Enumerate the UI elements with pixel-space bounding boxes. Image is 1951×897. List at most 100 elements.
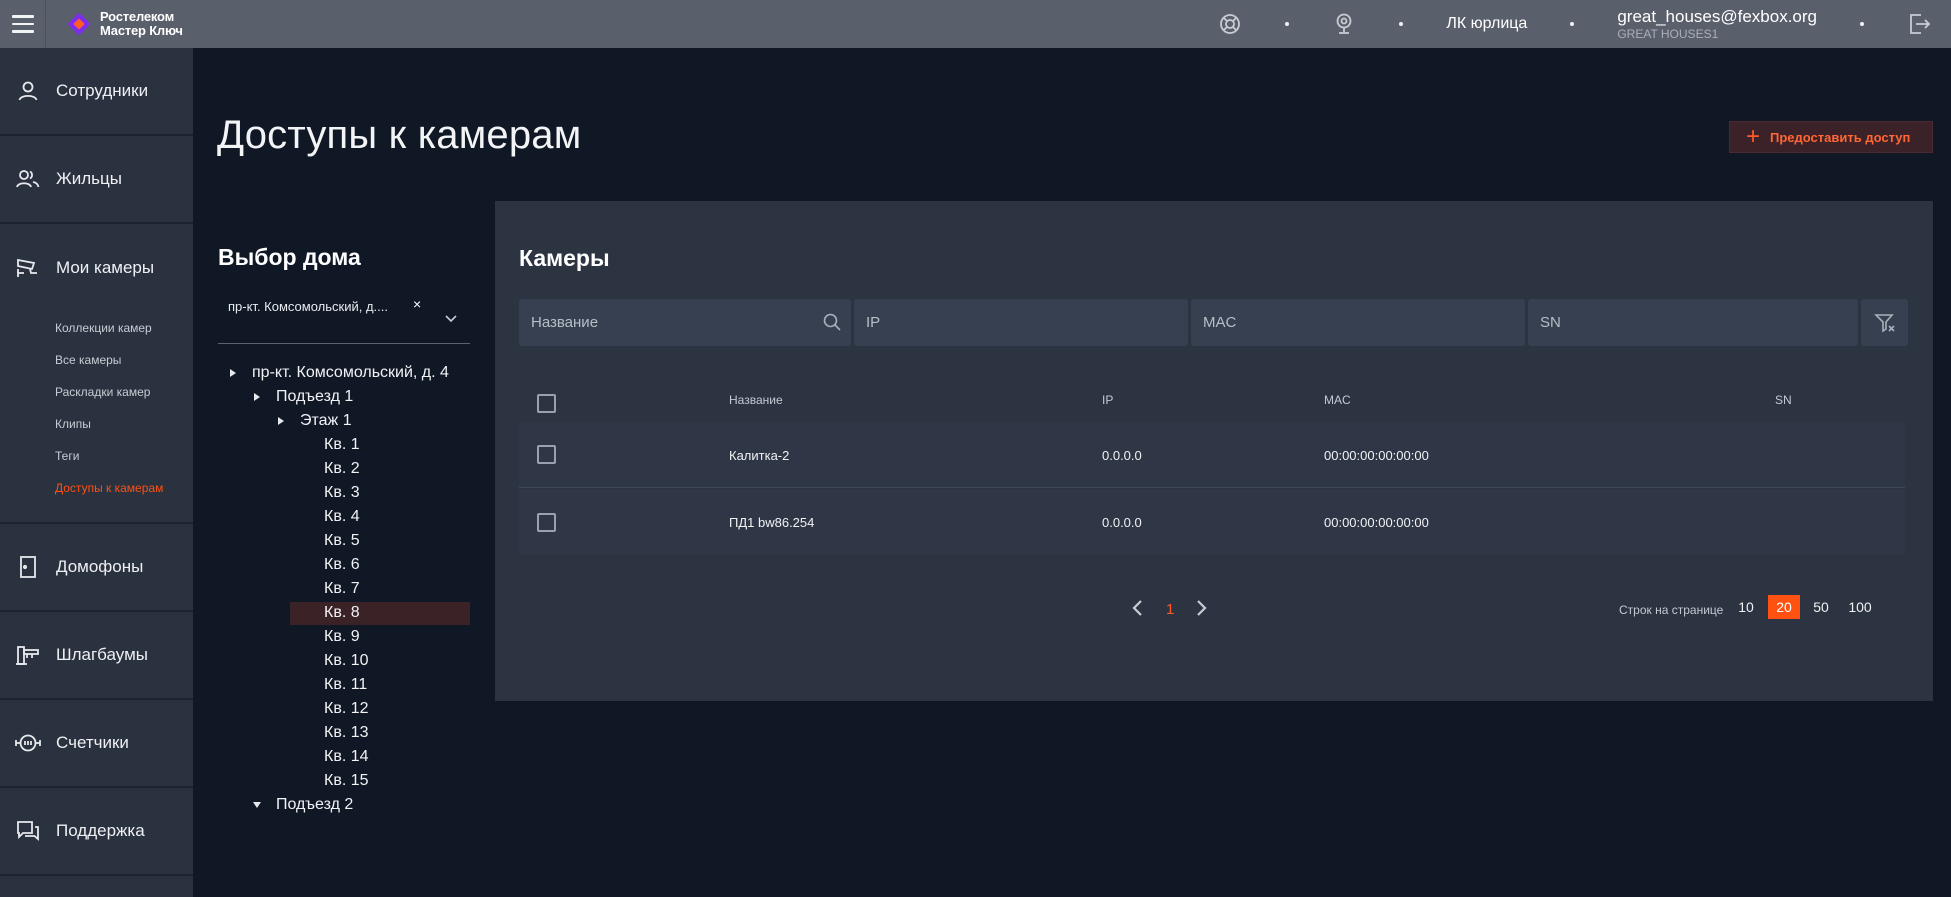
tree-node-label: Подъезд 1 — [276, 388, 354, 405]
row-checkbox[interactable] — [537, 445, 556, 464]
separator-dot — [1399, 22, 1404, 26]
sidebar-item-support[interactable]: Поддержка — [0, 788, 193, 876]
rows-option-50[interactable]: 50 — [1806, 595, 1836, 619]
tree-node-apartment[interactable]: Кв. 9 — [218, 625, 470, 649]
submenu-camera-layouts[interactable]: Раскладки камер — [55, 376, 193, 408]
separator-dot — [1285, 22, 1290, 26]
logout-icon[interactable] — [1907, 12, 1931, 36]
select-all-checkbox[interactable] — [537, 394, 556, 413]
rows-option-20[interactable]: 20 — [1768, 595, 1800, 619]
house-tree: пр-кт. Комсомольский, д. 4 Подъезд 1 Эта… — [218, 361, 470, 817]
sidebar-item-residents[interactable]: Жильцы — [0, 136, 193, 224]
table-row[interactable]: ПД1 bw86.254 0.0.0.0 00:00:00:00:00:00 — [519, 489, 1905, 555]
tree-node-apartment[interactable]: Кв. 7 — [218, 577, 470, 601]
caret-right-icon[interactable] — [252, 392, 262, 402]
name-filter-input[interactable] — [519, 299, 851, 346]
house-select[interactable]: пр-кт. Комсомольский, д.... × — [218, 292, 470, 344]
grant-access-label: Предоставить доступ — [1770, 129, 1911, 145]
user-info[interactable]: great_houses@fexbox.org GREAT HOUSES1 — [1617, 7, 1817, 41]
rows-option-10[interactable]: 10 — [1731, 595, 1761, 619]
menu-icon[interactable] — [0, 0, 46, 48]
webcam-icon[interactable] — [1332, 12, 1356, 36]
table-row[interactable]: Калитка-2 0.0.0.0 00:00:00:00:00:00 — [519, 422, 1905, 488]
top-bar: Ростелеком Мастер Ключ ЛК юрлица great_h… — [0, 0, 1951, 48]
page-title: Доступы к камерам — [217, 113, 582, 157]
chevron-down-icon[interactable] — [444, 310, 458, 328]
tree-node-apartment[interactable]: Кв. 15 — [218, 769, 470, 793]
tree-node-apartment[interactable]: Кв. 3 — [218, 481, 470, 505]
sidebar-item-employees[interactable]: Сотрудники — [0, 48, 193, 136]
submenu-camera-collections[interactable]: Коллекции камер — [55, 312, 193, 344]
mac-filter-input[interactable] — [1191, 299, 1525, 346]
plus-icon: + — [1746, 123, 1761, 150]
logo-text: Ростелеком Мастер Ключ — [100, 10, 183, 38]
submenu-camera-access[interactable]: Доступы к камерам — [55, 472, 193, 504]
tree-node-apartment[interactable]: Кв. 1 — [218, 433, 470, 457]
tree-node-apartment[interactable]: Кв. 14 — [218, 745, 470, 769]
column-header-name[interactable]: Название — [729, 393, 783, 407]
sidebar-item-label: Сотрудники — [56, 81, 149, 100]
chevron-right-icon[interactable] — [1193, 598, 1209, 623]
tree-node-label: Этаж 1 — [300, 412, 352, 429]
tree-node-apartment[interactable]: Кв. 5 — [218, 529, 470, 553]
sidebar: Сотрудники Жильцы Мои камеры Коллекции к… — [0, 48, 193, 897]
caret-down-icon[interactable] — [252, 800, 262, 810]
submenu-clips[interactable]: Клипы — [55, 408, 193, 440]
cell-ip: 0.0.0.0 — [1102, 515, 1142, 530]
caret-right-icon[interactable] — [228, 368, 238, 378]
sn-filter-input[interactable] — [1528, 299, 1858, 346]
sidebar-item-label: Жильцы — [56, 169, 122, 188]
cell-ip: 0.0.0.0 — [1102, 448, 1142, 463]
cctv-icon — [14, 254, 42, 282]
logo[interactable]: Ростелеком Мастер Ключ — [66, 10, 183, 38]
tree-node-apartment[interactable]: Кв. 2 — [218, 457, 470, 481]
logo-line-2: Мастер Ключ — [100, 23, 183, 38]
ip-filter-input[interactable] — [854, 299, 1188, 346]
tree-node-apartment[interactable]: Кв. 13 — [218, 721, 470, 745]
column-header-ip[interactable]: IP — [1102, 393, 1113, 407]
clear-selection-icon[interactable]: × — [413, 296, 421, 312]
submenu-all-cameras[interactable]: Все камеры — [55, 344, 193, 376]
submenu-tags[interactable]: Теги — [55, 440, 193, 472]
pagination: 1 Строк на странице 10 20 50 100 — [495, 594, 1933, 624]
column-header-sn[interactable]: SN — [1775, 393, 1792, 407]
page-number[interactable]: 1 — [1166, 601, 1174, 618]
cameras-card: Камеры Название IP MAC SN Калитка-2 0.0.… — [495, 201, 1933, 701]
sidebar-item-label: Домофоны — [56, 557, 144, 576]
grant-access-button[interactable]: + Предоставить доступ — [1729, 121, 1933, 153]
support-lifebuoy-icon[interactable] — [1218, 12, 1242, 36]
user-email: great_houses@fexbox.org — [1617, 7, 1817, 26]
tree-node-house[interactable]: пр-кт. Комсомольский, д. 4 — [218, 361, 470, 385]
tree-node-entrance[interactable]: Подъезд 2 — [218, 793, 470, 817]
name-filter[interactable] — [519, 299, 851, 346]
account-link[interactable]: ЛК юрлица — [1446, 15, 1527, 33]
barrier-icon — [14, 641, 42, 669]
tree-node-apartment[interactable]: Кв. 6 — [218, 553, 470, 577]
tree-node-apartment[interactable]: Кв. 10 — [218, 649, 470, 673]
tree-node-apartment[interactable]: Кв. 11 — [218, 673, 470, 697]
tree-node-apartment-selected[interactable]: Кв. 8 — [218, 601, 470, 625]
tree-node-apartment[interactable]: Кв. 4 — [218, 505, 470, 529]
caret-right-icon[interactable] — [276, 416, 286, 426]
cell-mac: 00:00:00:00:00:00 — [1324, 448, 1429, 463]
house-select-value: пр-кт. Комсомольский, д.... — [228, 299, 388, 314]
chat-icon — [14, 817, 42, 845]
tree-node-floor[interactable]: Этаж 1 — [218, 409, 470, 433]
column-header-mac[interactable]: MAC — [1324, 393, 1351, 407]
clear-filter-icon[interactable] — [1861, 299, 1908, 346]
sidebar-item-label: Мои камеры — [56, 258, 155, 277]
meter-icon — [14, 729, 42, 757]
row-checkbox[interactable] — [537, 513, 556, 532]
ip-filter[interactable] — [854, 299, 1188, 346]
tree-node-apartment[interactable]: Кв. 12 — [218, 697, 470, 721]
sidebar-item-my-cameras[interactable]: Мои камеры — [0, 224, 193, 312]
tree-node-entrance[interactable]: Подъезд 1 — [218, 385, 470, 409]
mac-filter[interactable] — [1191, 299, 1525, 346]
sidebar-item-meters[interactable]: Счетчики — [0, 700, 193, 788]
rows-option-100[interactable]: 100 — [1842, 595, 1878, 619]
sidebar-item-barriers[interactable]: Шлагбаумы — [0, 612, 193, 700]
search-icon[interactable] — [823, 313, 841, 336]
separator-dot — [1860, 22, 1864, 26]
sidebar-item-intercoms[interactable]: Домофоны — [0, 524, 193, 612]
sn-filter[interactable] — [1528, 299, 1858, 346]
